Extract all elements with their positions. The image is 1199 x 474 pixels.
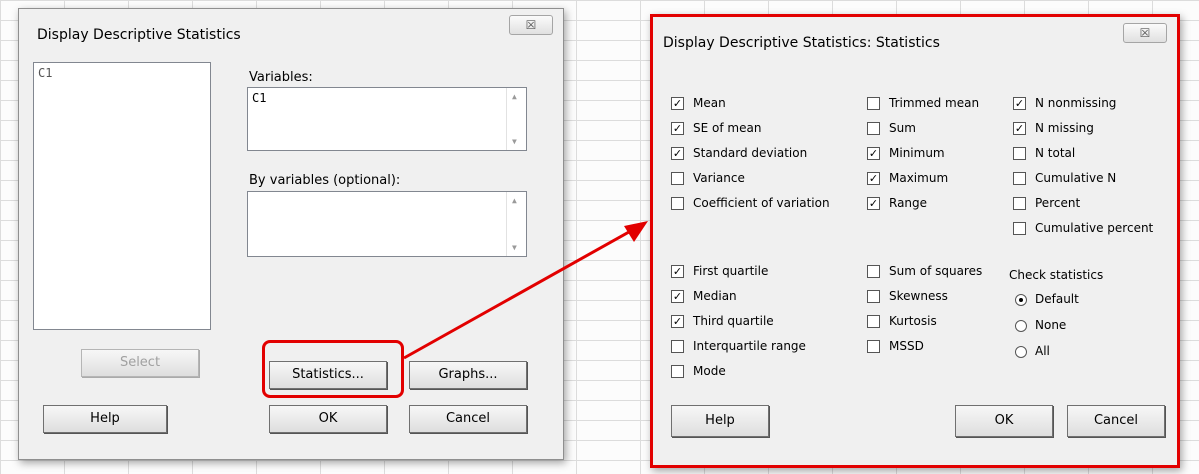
checkbox-label: Percent: [1035, 196, 1081, 210]
checkbox-box[interactable]: [867, 97, 880, 110]
checkbox-box[interactable]: [867, 340, 880, 353]
close-icon[interactable]: ☒: [1123, 23, 1167, 43]
checkbox-box[interactable]: [867, 122, 880, 135]
stats-dialog-title: Display Descriptive Statistics: Statisti…: [663, 35, 940, 51]
checkbox-label: Standard deviation: [693, 146, 808, 160]
checkbox-box[interactable]: ✓: [671, 147, 684, 160]
checkbox-label: Minimum: [889, 146, 945, 160]
checkbox-label: Cumulative N: [1035, 171, 1117, 185]
checkbox-box[interactable]: ✓: [867, 197, 880, 210]
radio-dot[interactable]: [1015, 346, 1027, 358]
checkbox-label: Third quartile: [693, 314, 774, 328]
checkbox-label: Skewness: [889, 289, 948, 303]
stats-ok-button[interactable]: OK: [955, 405, 1053, 437]
check-statistics-label: Check statistics: [1009, 268, 1104, 282]
checkbox-box[interactable]: ✓: [1013, 122, 1026, 135]
checkbox-box[interactable]: [1013, 197, 1026, 210]
checkbox-label: First quartile: [693, 264, 769, 278]
checkbox-box[interactable]: ✓: [671, 122, 684, 135]
checkbox-label: Median: [693, 289, 737, 303]
checkbox-box[interactable]: [1013, 147, 1026, 160]
stats-dialog-titlebar: Display Descriptive Statistics: Statisti…: [653, 17, 1177, 51]
checkbox-box[interactable]: [867, 265, 880, 278]
checkbox-box[interactable]: [671, 197, 684, 210]
checkbox-label: Maximum: [889, 171, 949, 185]
checkbox-label: N total: [1035, 146, 1076, 160]
checkbox-box[interactable]: [867, 315, 880, 328]
checkbox-box[interactable]: ✓: [867, 147, 880, 160]
checkbox-label: Coefficient of variation: [693, 196, 830, 210]
checkbox-label: Cumulative percent: [1035, 221, 1154, 235]
checkbox-label: MSSD: [889, 339, 924, 353]
statistics-dialog: Display Descriptive Statistics: Statisti…: [650, 14, 1180, 468]
radio-label: All: [1035, 344, 1050, 358]
checkbox-label: Range: [889, 196, 928, 210]
checkbox-label: Variance: [693, 171, 745, 185]
checkbox-label: Sum: [889, 121, 916, 135]
radio-label: Default: [1035, 292, 1079, 306]
checkbox-box[interactable]: ✓: [671, 265, 684, 278]
checkbox-box[interactable]: ✓: [867, 172, 880, 185]
checkbox-box[interactable]: [1013, 172, 1026, 185]
checkbox-box[interactable]: [1013, 222, 1026, 235]
checkbox-label: N missing: [1035, 121, 1094, 135]
checkbox-box[interactable]: [671, 340, 684, 353]
checkbox-box[interactable]: ✓: [1013, 97, 1026, 110]
radio-label: None: [1035, 318, 1067, 332]
checkbox-label: SE of mean: [693, 121, 762, 135]
checkbox-label: Sum of squares: [889, 264, 983, 278]
checkbox-label: Trimmed mean: [889, 96, 980, 110]
radio-dot[interactable]: [1015, 320, 1027, 332]
checkbox-box[interactable]: ✓: [671, 97, 684, 110]
stats-cancel-button[interactable]: Cancel: [1067, 405, 1165, 437]
checkbox-label: N nonmissing: [1035, 96, 1117, 110]
stats-help-button[interactable]: Help: [671, 405, 769, 437]
checkbox-box[interactable]: [671, 172, 684, 185]
checkbox-label: Kurtosis: [889, 314, 937, 328]
radio-dot[interactable]: [1015, 294, 1027, 306]
checkbox-box[interactable]: ✓: [671, 315, 684, 328]
checkbox-box[interactable]: [671, 365, 684, 378]
checkbox-label: Interquartile range: [693, 339, 806, 353]
checkbox-label: Mean: [693, 96, 726, 110]
checkbox-box[interactable]: [867, 290, 880, 303]
checkbox-label: Mode: [693, 364, 726, 378]
checkbox-box[interactable]: ✓: [671, 290, 684, 303]
